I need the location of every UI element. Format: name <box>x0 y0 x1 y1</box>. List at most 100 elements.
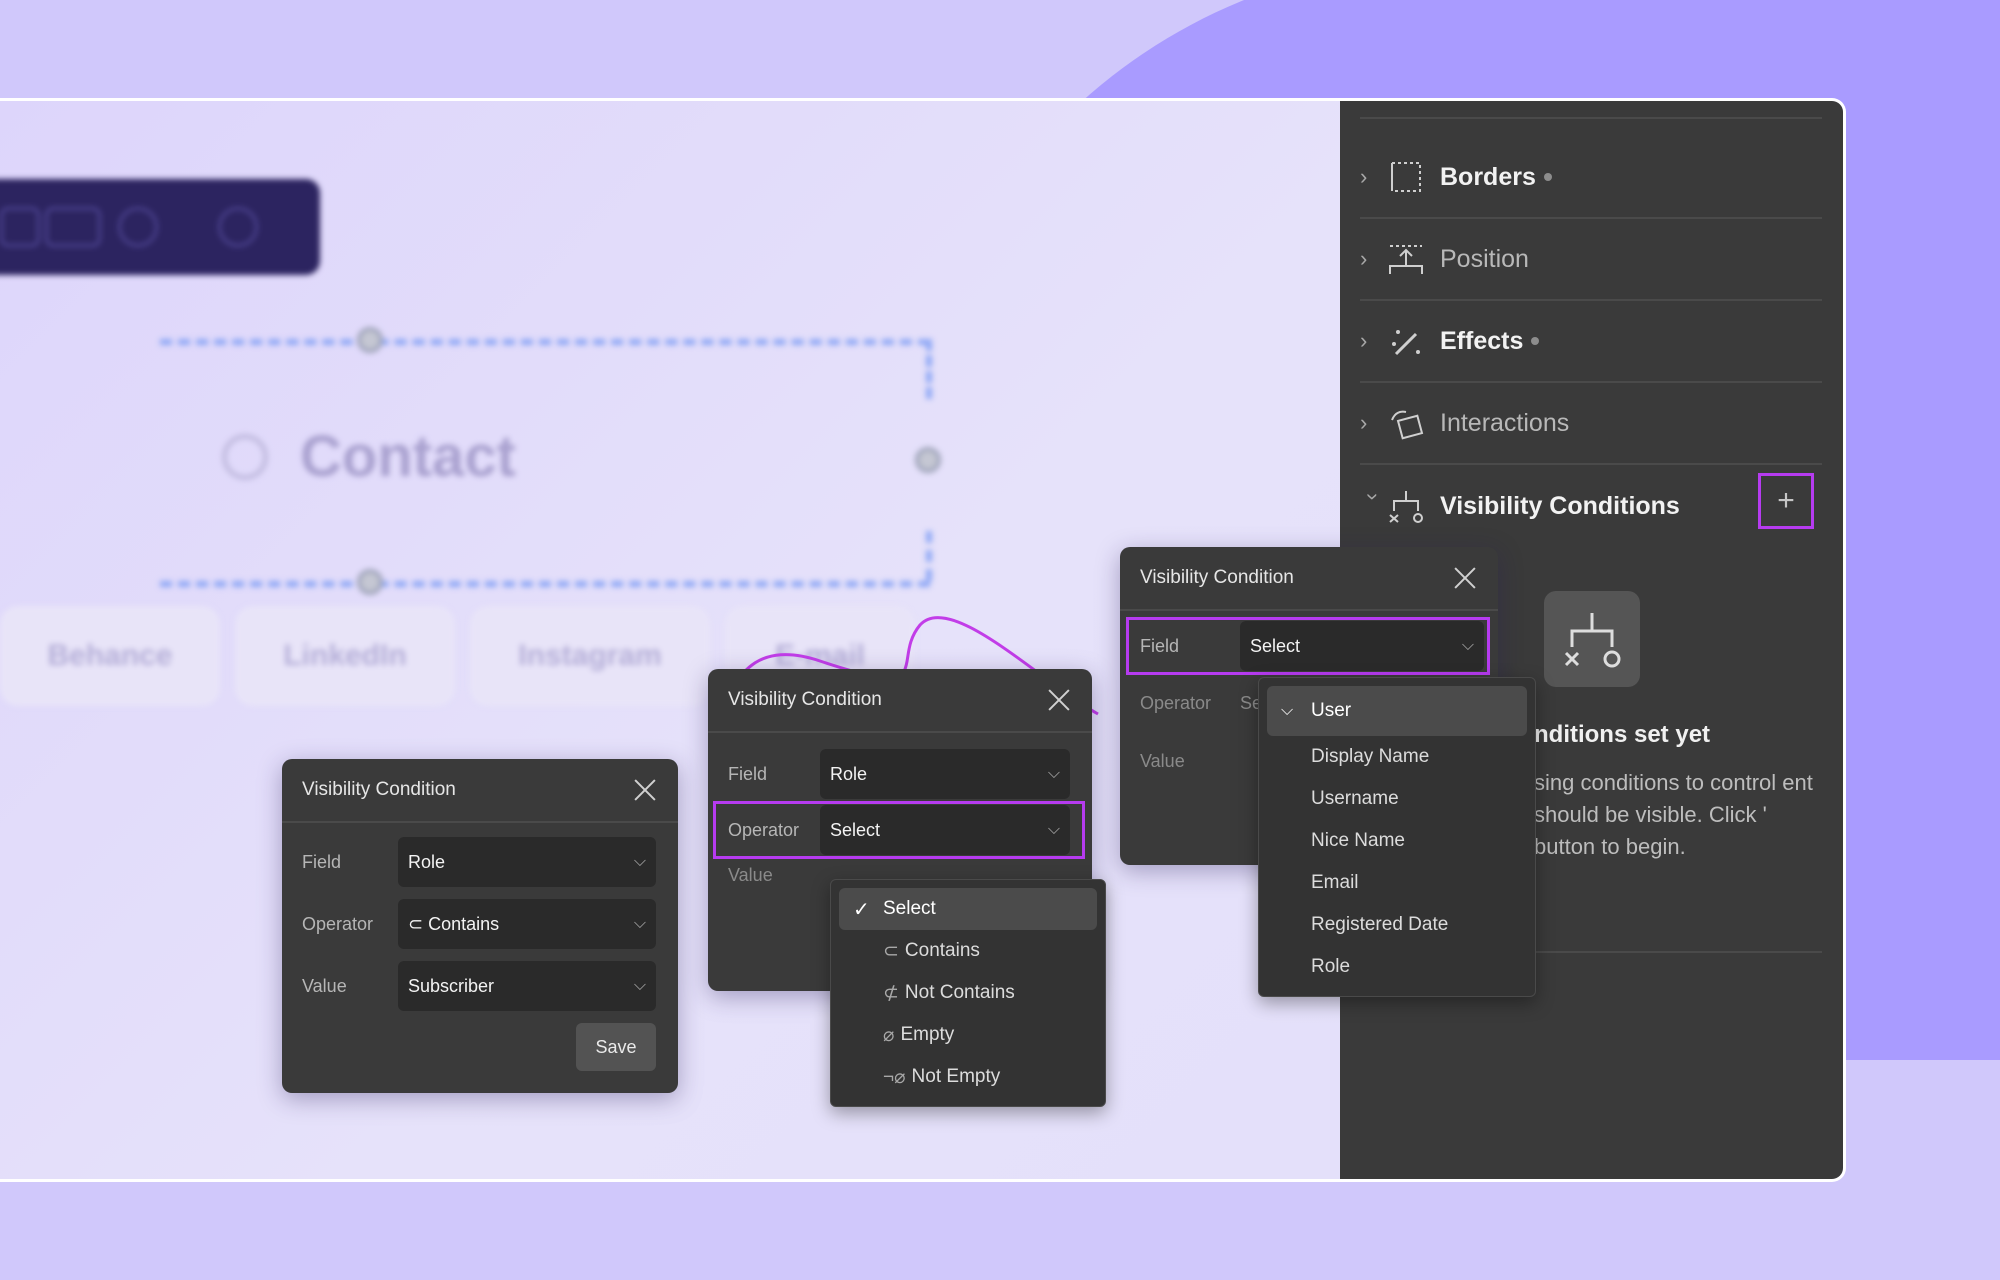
menu-item-nice-name[interactable]: Nice Name <box>1267 820 1527 862</box>
chevron-down-icon: ⌵ <box>1047 765 1060 782</box>
section-effects[interactable]: › Effects <box>1360 301 1822 383</box>
menu-item-label: Not Empty <box>911 1066 1001 1087</box>
menu-item-contains[interactable]: ⊂ Contains <box>839 930 1097 972</box>
resize-handle-top <box>357 327 383 353</box>
menu-item-label: Role <box>1311 956 1351 977</box>
menu-item-registered-date[interactable]: Registered Date <box>1267 904 1527 946</box>
menu-item-email[interactable]: Email <box>1267 862 1527 904</box>
menu-item-not-empty[interactable]: ¬⌀ Not Empty <box>839 1056 1097 1098</box>
chevron-down-icon: ⌵ <box>1047 821 1060 838</box>
dialog-title: Visibility Condition <box>302 779 456 800</box>
condition-branch-icon <box>1564 613 1621 668</box>
dialog-header: Visibility Condition <box>708 669 1092 733</box>
field-select-value: Select <box>1250 635 1301 656</box>
resize-handle-bottom <box>357 569 383 595</box>
value-label: Value <box>728 865 773 885</box>
social-chip-instagram: Instagram <box>470 606 710 706</box>
operator-dropdown-menu: ✓ Select ⊂ Contains ⊄ Not Contains ⌀ Emp… <box>830 879 1106 1107</box>
field-row: Field Role ⌵ <box>728 749 1070 799</box>
operator-label: Operator <box>1140 693 1212 713</box>
visibility-condition-dialog-field: Visibility Condition Field Select ⌵ Oper… <box>1120 547 1536 997</box>
menu-group-user[interactable]: ⌵ User <box>1267 686 1527 736</box>
interactions-icon <box>1391 410 1424 440</box>
value-select-value: Subscriber <box>408 975 495 996</box>
close-icon[interactable] <box>632 777 658 803</box>
menu-item-label: Username <box>1311 788 1399 809</box>
chevron-right-icon: › <box>1360 410 1368 435</box>
section-borders[interactable]: › Borders <box>1360 137 1822 219</box>
menu-item-label: Email <box>1311 872 1359 893</box>
value-label: Value <box>1140 751 1185 771</box>
value-row: Value Subscriber ⌵ <box>302 961 656 1011</box>
operator-label: Operator <box>302 913 374 934</box>
close-icon[interactable] <box>1452 565 1478 591</box>
contact-link-icon <box>222 434 268 480</box>
field-row: Field Select ⌵ <box>1140 621 1484 671</box>
check-icon: ✓ <box>853 898 870 921</box>
menu-item-empty[interactable]: ⌀ Empty <box>839 1014 1097 1056</box>
social-chip-behance: Behance <box>0 606 220 706</box>
not-contains-symbol-icon: ⊄ <box>883 982 899 1004</box>
section-label: Interactions <box>1440 408 1570 437</box>
empty-symbol-icon: ⌀ <box>883 1024 895 1046</box>
add-condition-button[interactable]: + <box>1758 473 1814 529</box>
field-select-value: Role <box>830 763 868 784</box>
dialog-header: Visibility Condition <box>282 759 678 823</box>
social-chip-linkedin: LinkedIn <box>235 606 455 706</box>
value-select[interactable]: Subscriber ⌵ <box>398 961 656 1011</box>
modified-dot <box>1531 337 1540 345</box>
field-label: Field <box>302 851 342 872</box>
menu-group-label: User <box>1311 700 1352 721</box>
dialog-header: Visibility Condition <box>1120 547 1498 611</box>
field-row: Field Role ⌵ <box>302 837 656 887</box>
panel-top-divider <box>1360 101 1822 119</box>
chevron-right-icon: › <box>1360 328 1368 353</box>
operator-select[interactable]: ⊂ Contains ⌵ <box>398 899 656 949</box>
section-label: Position <box>1440 244 1529 273</box>
field-dropdown-menu: ⌵ User Display Name Username Nice Name E… <box>1258 677 1536 997</box>
floating-toolbar <box>0 179 320 275</box>
menu-item-label: Empty <box>900 1024 955 1045</box>
field-select[interactable]: Select ⌵ <box>1240 621 1484 671</box>
menu-item-label: Registered Date <box>1311 914 1449 935</box>
visibility-condition-dialog-saved: Visibility Condition Field Role ⌵ Operat… <box>282 759 678 1093</box>
save-button[interactable]: Save <box>576 1023 656 1071</box>
modified-dot <box>1543 173 1552 181</box>
menu-item-label: Contains <box>904 940 980 961</box>
operator-row: Operator Select ⌵ <box>728 805 1070 855</box>
field-select[interactable]: Role ⌵ <box>820 749 1070 799</box>
menu-item-username[interactable]: Username <box>1267 778 1527 820</box>
effects-wand-icon <box>1392 330 1420 356</box>
app-frame: Contact Behance LinkedIn Instagram E-mai… <box>0 98 1846 1182</box>
chevron-down-icon: ⌵ <box>633 853 646 870</box>
close-icon[interactable] <box>1046 687 1072 713</box>
value-row: Value <box>1140 751 1236 772</box>
chevron-right-icon: › <box>1360 246 1368 271</box>
section-visibility-conditions[interactable]: › Visibility Conditions + <box>1360 465 1822 547</box>
visibility-condition-dialog-operator: Visibility Condition Field Role ⌵ Operat… <box>708 669 1106 1107</box>
section-label: Visibility Conditions <box>1440 491 1680 520</box>
dialog-title: Visibility Condition <box>728 689 882 710</box>
toolbar-icon-3 <box>118 207 158 247</box>
toolbar-icon-2 <box>45 207 101 247</box>
operator-select-value: Select <box>830 819 881 840</box>
field-label: Field <box>1140 635 1180 656</box>
operator-select[interactable]: Select ⌵ <box>820 805 1070 855</box>
contains-symbol-icon: ⊂ <box>883 940 899 962</box>
operator-select-value: ⊂ Contains <box>408 913 500 934</box>
menu-item-display-name[interactable]: Display Name <box>1267 736 1527 778</box>
operator-label: Operator <box>728 819 800 840</box>
section-position[interactable]: › Position <box>1360 219 1822 301</box>
menu-item-role[interactable]: Role <box>1267 946 1527 988</box>
menu-item-not-contains[interactable]: ⊄ Not Contains <box>839 972 1097 1014</box>
border-icon <box>1391 162 1421 192</box>
menu-item-label: Display Name <box>1311 746 1430 767</box>
section-label: Borders <box>1440 162 1536 191</box>
section-interactions[interactable]: › Interactions <box>1360 383 1822 465</box>
dialog-title: Visibility Condition <box>1140 567 1294 588</box>
menu-item-select[interactable]: ✓ Select <box>839 888 1097 930</box>
field-select[interactable]: Role ⌵ <box>398 837 656 887</box>
selection-dash-bottom <box>160 581 930 587</box>
menu-item-label: Nice Name <box>1311 830 1405 851</box>
menu-item-label: Select <box>883 898 936 919</box>
